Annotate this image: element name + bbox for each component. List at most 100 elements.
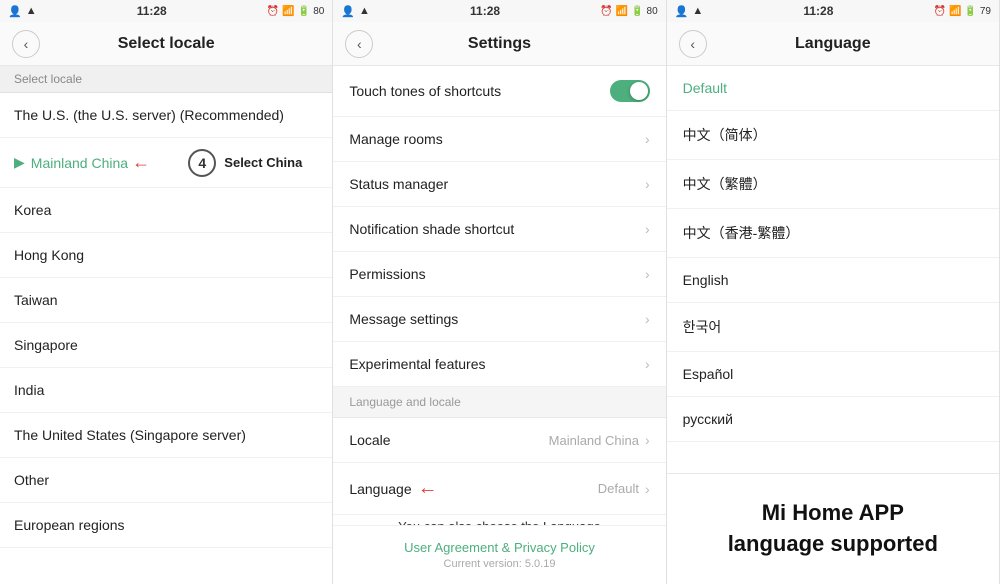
- settings-item-language[interactable]: Language ← Default ›: [333, 463, 665, 515]
- chevron-rooms: ›: [645, 131, 650, 147]
- time-1: 11:28: [137, 4, 167, 18]
- language-label-zh-tw: 中文（繁體）: [683, 176, 767, 192]
- status-bar-3: 👤 ▲ 11:28 ⏰ 📶 🔋 79: [667, 0, 999, 22]
- locale-item-taiwan[interactable]: Taiwan: [0, 278, 332, 323]
- battery-level-3: 79: [980, 6, 991, 17]
- panel-settings: 👤 ▲ 11:28 ⏰ 📶 🔋 80 ‹ Settings Touch tone…: [333, 0, 666, 584]
- wifi-icon-3: 📶: [949, 6, 961, 17]
- language-item-zh-tw[interactable]: 中文（繁體）: [667, 160, 999, 209]
- language-item-zh-cn[interactable]: 中文（简体）: [667, 111, 999, 160]
- back-button-2[interactable]: ‹: [345, 30, 373, 58]
- header-1: ‹ Select locale: [0, 22, 332, 66]
- settings-item-rooms[interactable]: Manage rooms ›: [333, 117, 665, 162]
- title-2: Settings: [373, 35, 625, 53]
- back-button-1[interactable]: ‹: [12, 30, 40, 58]
- settings-label-touch: Touch tones of shortcuts: [349, 83, 501, 99]
- alarm-icon-1: ⏰: [267, 6, 279, 17]
- status-right-1: ⏰ 📶 🔋 80: [267, 6, 324, 17]
- settings-label-message: Message settings: [349, 311, 458, 327]
- settings-label-language: Language: [349, 481, 411, 497]
- language-annotation: You can also choose the Language: [333, 515, 665, 525]
- settings-item-experimental[interactable]: Experimental features ›: [333, 342, 665, 387]
- locale-item-us-sg[interactable]: The United States (Singapore server): [0, 413, 332, 458]
- circle-num-4: 4: [188, 149, 216, 177]
- signal-icon-1: ▲: [26, 5, 37, 17]
- signal-icon-3: ▲: [692, 5, 703, 17]
- battery-level-2: 80: [647, 6, 658, 17]
- battery-level-1: 80: [313, 6, 324, 17]
- language-label-en: English: [683, 272, 729, 288]
- person-icon-1: 👤: [8, 5, 22, 18]
- locale-label-hongkong: Hong Kong: [14, 247, 84, 263]
- language-item-ko[interactable]: 한국어: [667, 303, 999, 352]
- language-label-es: Español: [683, 366, 734, 382]
- language-item-default[interactable]: Default: [667, 66, 999, 111]
- locale-label-korea: Korea: [14, 202, 51, 218]
- language-item-en[interactable]: English: [667, 258, 999, 303]
- language-label-zh-hk: 中文（香港-繁體）: [683, 225, 800, 241]
- locale-label-taiwan: Taiwan: [14, 292, 58, 308]
- header-3: ‹ Language: [667, 22, 999, 66]
- locale-label-us: The U.S. (the U.S. server) (Recommended): [14, 107, 284, 123]
- locale-item-europe[interactable]: European regions: [0, 503, 332, 548]
- panel3-footer-line1: Mi Home APP: [683, 498, 983, 529]
- language-item-ru[interactable]: русский: [667, 397, 999, 442]
- back-button-3[interactable]: ‹: [679, 30, 707, 58]
- chevron-permissions: ›: [645, 266, 650, 282]
- status-right-2: ⏰ 📶 🔋 80: [600, 6, 657, 17]
- locale-label-india: India: [14, 382, 44, 398]
- settings-label-locale: Locale: [349, 432, 390, 448]
- chevron-status: ›: [645, 176, 650, 192]
- language-item-es[interactable]: Español: [667, 352, 999, 397]
- status-bar-2: 👤 ▲ 11:28 ⏰ 📶 🔋 80: [333, 0, 665, 22]
- person-icon-3: 👤: [675, 5, 689, 18]
- footer-link[interactable]: User Agreement & Privacy Policy: [349, 540, 649, 555]
- locale-label-europe: European regions: [14, 517, 125, 533]
- locale-item-korea[interactable]: Korea: [0, 188, 332, 233]
- locale-item-other[interactable]: Other: [0, 458, 332, 503]
- red-arrow-china: ←: [132, 152, 150, 173]
- status-left-1: 👤 ▲: [8, 5, 37, 18]
- locale-label-china: Mainland China: [31, 155, 128, 171]
- locale-subheader: Select locale: [0, 66, 332, 93]
- title-1: Select locale: [40, 35, 292, 53]
- alarm-icon-3: ⏰: [934, 6, 946, 17]
- settings-item-notification[interactable]: Notification shade shortcut ›: [333, 207, 665, 252]
- battery-icon-1: 🔋: [298, 6, 310, 17]
- chevron-message: ›: [645, 311, 650, 327]
- language-row-left: Language ←: [349, 477, 437, 500]
- settings-item-status[interactable]: Status manager ›: [333, 162, 665, 207]
- toggle-touch[interactable]: [610, 80, 650, 102]
- settings-item-permissions[interactable]: Permissions ›: [333, 252, 665, 297]
- annotation-select-china: Select China: [224, 155, 302, 170]
- locale-item-china[interactable]: ▶ Mainland China ← 4 Select China: [0, 138, 332, 188]
- locale-item-us[interactable]: The U.S. (the U.S. server) (Recommended): [0, 93, 332, 138]
- header-2: ‹ Settings: [333, 22, 665, 66]
- settings-item-touch[interactable]: Touch tones of shortcuts: [333, 66, 665, 117]
- time-2: 11:28: [470, 4, 500, 18]
- status-bar-1: 👤 ▲ 11:28 ⏰ 📶 🔋 80: [0, 0, 332, 22]
- wifi-icon-1: 📶: [282, 6, 294, 17]
- settings-footer: User Agreement & Privacy Policy Current …: [333, 525, 665, 584]
- chevron-notification: ›: [645, 221, 650, 237]
- locale-value: Mainland China: [549, 433, 639, 448]
- status-left-3: 👤 ▲: [675, 5, 704, 18]
- settings-item-message[interactable]: Message settings ›: [333, 297, 665, 342]
- panel-select-locale: 👤 ▲ 11:28 ⏰ 📶 🔋 80 ‹ Select locale Selec…: [0, 0, 333, 584]
- locale-item-hongkong[interactable]: Hong Kong: [0, 233, 332, 278]
- chevron-language: ›: [645, 481, 650, 497]
- settings-item-locale[interactable]: Locale Mainland China ›: [333, 418, 665, 463]
- locale-item-india[interactable]: India: [0, 368, 332, 413]
- chevron-locale: ›: [645, 432, 650, 448]
- chevron-experimental: ›: [645, 356, 650, 372]
- alarm-icon-2: ⏰: [600, 6, 612, 17]
- language-item-zh-hk[interactable]: 中文（香港-繁體）: [667, 209, 999, 258]
- footer-version: Current version: 5.0.19: [349, 558, 649, 570]
- panel3-footer-line2: language supported: [683, 529, 983, 560]
- language-value: Default: [598, 481, 639, 496]
- settings-label-status: Status manager: [349, 176, 448, 192]
- battery-icon-3: 🔋: [964, 6, 976, 17]
- locale-label-us-sg: The United States (Singapore server): [14, 427, 246, 443]
- settings-label-rooms: Manage rooms: [349, 131, 442, 147]
- locale-item-singapore[interactable]: Singapore: [0, 323, 332, 368]
